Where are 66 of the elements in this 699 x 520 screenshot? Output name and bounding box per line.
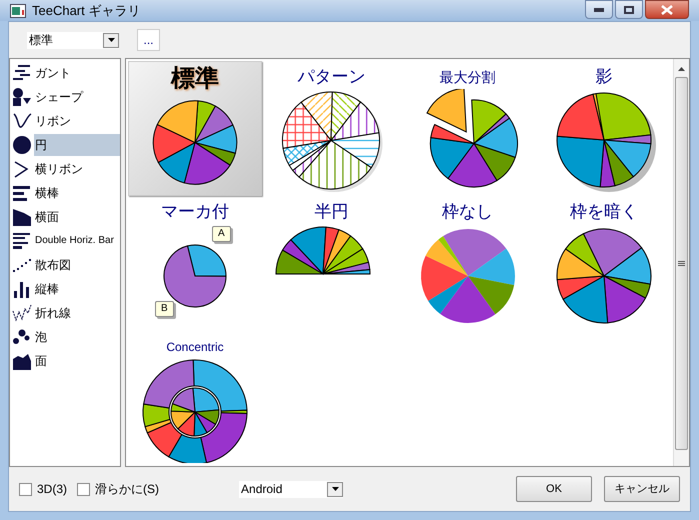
checkbox-label: 滑らかに(S) <box>95 481 160 498</box>
style-dropdown[interactable]: 標準 <box>27 32 119 48</box>
series-type-item[interactable]: 円 <box>34 134 120 156</box>
gallery-tile[interactable]: 枠なし <box>400 196 534 331</box>
window-title: TeeChart ギャラリ <box>32 2 140 20</box>
scroll-thumb[interactable] <box>675 77 688 450</box>
series-type-item[interactable]: 折れ線 <box>34 302 120 324</box>
tile-title: 標準 <box>171 64 219 94</box>
minimize-icon <box>594 8 604 12</box>
gallery-tile[interactable]: Concentric <box>128 331 262 466</box>
shapes-icon <box>12 87 32 107</box>
series-type-item[interactable]: 横リボン <box>34 158 120 180</box>
gallery-tile[interactable]: マーカ付 A B <box>128 196 262 331</box>
tile-title: 枠なし <box>442 201 493 223</box>
theme-dropdown[interactable]: Android <box>239 480 344 498</box>
horizontal-area-icon <box>12 207 32 227</box>
grip-icon <box>678 260 685 266</box>
minimize-button[interactable] <box>585 0 613 19</box>
double-bars-icon <box>12 231 32 251</box>
mark-label: A <box>212 226 231 242</box>
series-type-item[interactable]: 横棒 <box>34 182 120 204</box>
ok-button[interactable]: OK <box>516 476 592 502</box>
checkbox[interactable] <box>77 482 90 496</box>
tile-title: 影 <box>595 66 612 88</box>
bubbles-icon <box>12 327 32 347</box>
series-type-item[interactable]: シェープ <box>34 86 120 108</box>
mark-label: B <box>155 301 174 317</box>
checkbox[interactable] <box>19 482 32 496</box>
tile-title: 最大分割 <box>440 68 496 87</box>
gallery-tile[interactable]: 影 <box>536 61 671 196</box>
gallery-tile[interactable]: 最大分割 <box>400 61 534 196</box>
checkbox-label: 3D(3) <box>37 481 68 498</box>
series-type-item[interactable]: リボン <box>34 110 120 132</box>
series-type-item[interactable]: 縦棒 <box>34 278 120 300</box>
gantt-icon <box>12 63 32 83</box>
series-type-item[interactable]: Double Horiz. Bar <box>34 230 120 252</box>
caret-icon <box>332 487 339 491</box>
caret-icon <box>108 38 114 42</box>
gallery-tile[interactable]: 半円 <box>264 196 398 331</box>
horizontal-bars-icon <box>12 183 32 203</box>
close-icon <box>661 4 673 14</box>
vertical-bars-icon <box>12 279 32 299</box>
series-type-item[interactable]: 泡 <box>34 326 120 348</box>
scrollbar[interactable] <box>673 59 689 466</box>
area-icon <box>12 351 32 371</box>
more-button[interactable]: ... <box>137 29 160 51</box>
close-button[interactable] <box>645 0 689 19</box>
tile-title: 枠を暗く <box>570 201 638 223</box>
tile-title: 半円 <box>314 201 348 223</box>
cancel-button[interactable]: キャンセル <box>604 476 680 502</box>
line-chart-icon <box>12 303 32 323</box>
series-type-item[interactable]: 横面 <box>34 206 120 228</box>
gallery-tile[interactable]: 枠を暗く <box>536 196 671 331</box>
series-type-item[interactable]: 散布図 <box>34 254 120 276</box>
maximize-button[interactable] <box>615 0 643 19</box>
tile-title: パターン <box>297 66 366 88</box>
gallery-tile[interactable]: パターン <box>264 61 398 196</box>
tile-title: マーカ付 <box>161 201 229 223</box>
series-type-item[interactable]: ガント <box>34 62 120 84</box>
app-icon <box>10 4 26 18</box>
series-type-item[interactable]: 面 <box>34 350 120 372</box>
gallery-tile[interactable]: 標準 <box>128 61 262 196</box>
maximize-icon <box>624 6 634 14</box>
tile-title: Concentric <box>166 339 224 356</box>
ribbon-line-icon <box>12 111 32 131</box>
scroll-up-icon <box>678 67 685 71</box>
